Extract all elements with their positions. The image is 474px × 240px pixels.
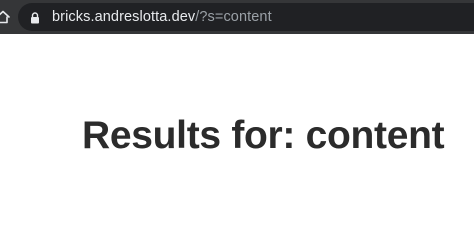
home-icon[interactable] (0, 10, 10, 24)
lock-icon[interactable] (30, 11, 40, 24)
browser-toolbar: bricks.andreslotta.dev/?s=content (0, 0, 474, 34)
url-host: bricks.andreslotta.dev (52, 9, 196, 25)
url-text[interactable]: bricks.andreslotta.dev/?s=content (52, 8, 272, 26)
address-bar[interactable]: bricks.andreslotta.dev/?s=content (18, 3, 474, 31)
url-path: /?s=content (195, 9, 272, 25)
page-title: Results for: content (82, 114, 445, 157)
